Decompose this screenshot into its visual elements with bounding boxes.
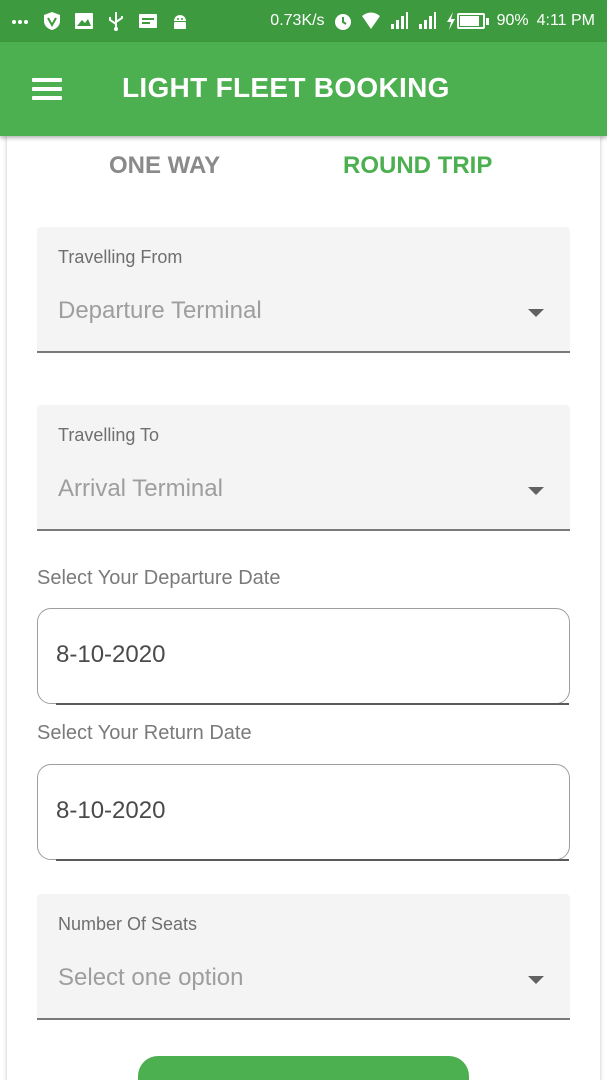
arrival-terminal-placeholder: Arrival Terminal: [58, 475, 223, 502]
tab-round-trip[interactable]: ROUND TRIP: [343, 152, 492, 180]
arrival-terminal-select[interactable]: Travelling To Arrival Terminal: [37, 405, 570, 531]
seats-select[interactable]: Number Of Seats Select one option: [37, 894, 570, 1020]
message-icon: [138, 11, 158, 31]
departure-terminal-placeholder: Departure Terminal: [58, 297, 262, 324]
android-icon: [170, 11, 190, 31]
hamburger-menu-icon[interactable]: [28, 72, 68, 108]
charging-icon: [445, 11, 457, 31]
departure-date-value: 8-10-2020: [56, 641, 166, 668]
app-bar: LIGHT FLEET BOOKING: [0, 42, 607, 136]
status-bar-left: [10, 0, 190, 42]
return-date-value: 8-10-2020: [56, 797, 166, 824]
return-date-input[interactable]: 8-10-2020: [37, 764, 570, 861]
battery-level: [456, 13, 485, 29]
more-dots-icon: [10, 11, 30, 31]
seats-label: Number Of Seats: [58, 914, 198, 934]
network-speed: 0.73K/s: [270, 12, 325, 29]
tab-one-way[interactable]: ONE WAY: [109, 152, 220, 180]
battery-percent: 90%: [496, 12, 529, 29]
page-title: LIGHT FLEET BOOKING: [122, 72, 450, 103]
status-bar: 0.73K/s 90% 4:11 PM: [0, 0, 607, 42]
signal-icon: [417, 11, 437, 31]
image-icon: [74, 11, 94, 31]
departure-terminal-label: Travelling From: [58, 247, 183, 267]
signal-icon: [389, 11, 409, 31]
departure-terminal-select[interactable]: Travelling From Departure Terminal: [37, 227, 570, 353]
dropdown-arrow-icon: [528, 976, 544, 984]
departure-date-label: Select Your Departure Date: [37, 567, 281, 589]
vpn-shield-icon: [42, 11, 62, 31]
departure-date-input[interactable]: 8-10-2020: [37, 608, 570, 705]
clock: 4:11 PM: [536, 12, 595, 29]
wifi-icon: [361, 11, 381, 31]
battery-icon: [445, 11, 489, 31]
status-bar-right: 0.73K/s 90% 4:11 PM: [270, 0, 595, 42]
seats-placeholder: Select one option: [58, 964, 244, 991]
submit-button[interactable]: [138, 1056, 469, 1080]
alarm-icon: [333, 11, 353, 31]
dropdown-arrow-icon: [528, 309, 544, 317]
dropdown-arrow-icon: [528, 487, 544, 495]
return-date-label: Select Your Return Date: [37, 722, 252, 744]
arrival-terminal-label: Travelling To: [58, 425, 160, 445]
usb-icon: [106, 11, 126, 31]
